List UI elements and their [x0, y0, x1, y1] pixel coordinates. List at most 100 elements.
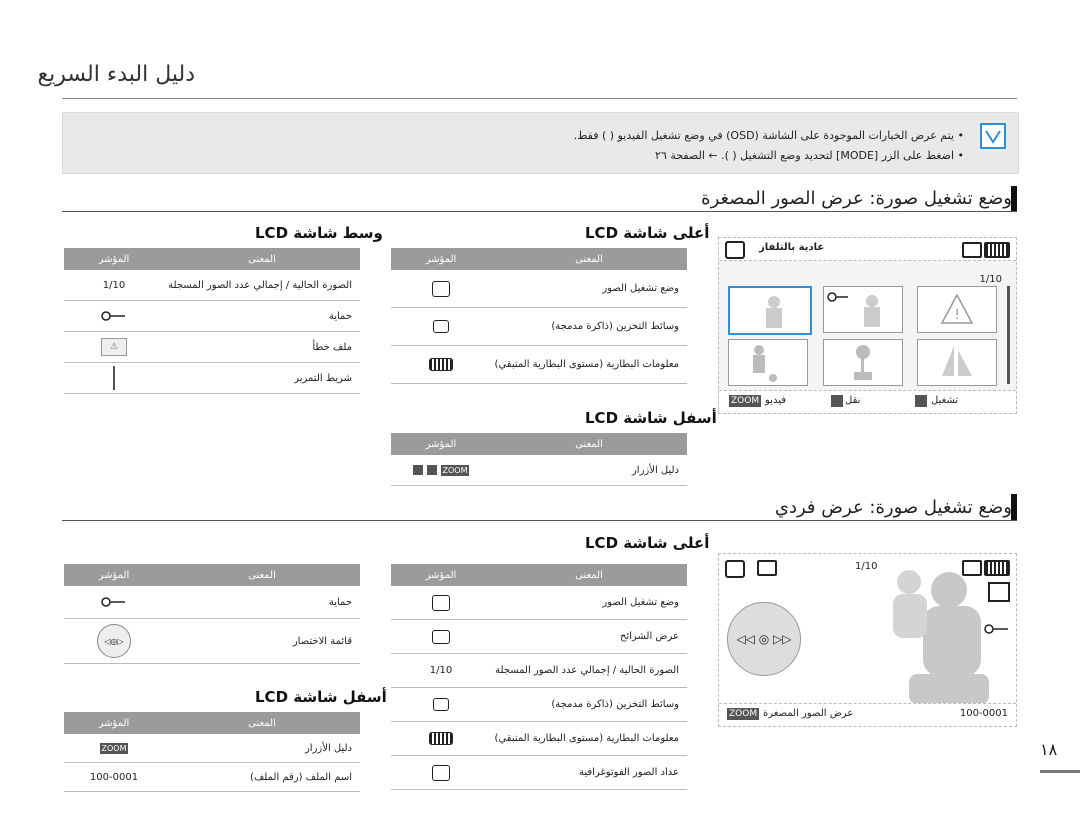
thumbnail-screen: عادية بالتلفاز 1/10 ! ZOOM فيديو نقل تشغ…	[718, 237, 1017, 414]
footer-play-label: تشغيل	[931, 395, 959, 406]
page-title: دليل البدء السريع	[37, 62, 195, 87]
screen-counter: 1/10	[979, 274, 1002, 285]
col-indicator: المؤشر	[425, 438, 457, 450]
thumbnail-selected[interactable]	[728, 286, 812, 335]
thumbnail-4[interactable]	[728, 339, 808, 386]
note-line-2: • اضغط على الزر [MODE] لتحديد وضع التشغي…	[655, 149, 964, 162]
bottom-lcd-table: المؤشر المعنى ZOOM دليل الأزرار	[391, 433, 687, 486]
col-meaning: المعنى	[575, 569, 603, 581]
scroll-bar[interactable]	[1007, 286, 1010, 384]
footer-move-label: نقل	[845, 395, 861, 406]
row-meaning: الصورة الحالية / إجمالي عدد الصور المسجل…	[168, 279, 352, 291]
play-mode-icon	[725, 560, 745, 578]
page-number-bar	[1040, 770, 1080, 773]
table-row: معلومات البطارية (مستوى البطارية المتبقي…	[391, 722, 687, 756]
row-meaning: ملف خطأ	[312, 341, 352, 353]
row-meaning: شريط التمرير	[294, 372, 352, 384]
col-meaning: المعنى	[248, 569, 276, 581]
row-indicator: 1/10	[102, 279, 126, 291]
thumbnail-error[interactable]: !	[917, 286, 997, 333]
row-meaning: اسم الملف (رقم الملف)	[250, 771, 352, 783]
zoom-badge: ZOOM	[727, 708, 760, 720]
top-lcd-title: أعلى شاشة LCD	[585, 224, 710, 242]
table-row: وضع تشغيل الصور	[391, 270, 687, 308]
section1-rule	[62, 211, 1017, 212]
bottom-lcd-table-2: المؤشر المعنى ZOOM دليل الأزرار 100-0001 اس…	[64, 712, 360, 792]
nav-icon	[831, 395, 843, 407]
row-meaning: معلومات البطارية (مستوى البطارية المتبقي…	[494, 359, 679, 370]
slideshow-icon	[432, 629, 450, 644]
control-wheel-icon: ◁◎▷	[97, 624, 131, 658]
table-row: 100-0001 اسم الملف (رقم الملف)	[64, 763, 360, 792]
table-row: وسائط التخزين (ذاكرة مدمجة)	[391, 308, 687, 346]
col-indicator: المؤشر	[98, 253, 130, 265]
table-row: شريط التمرير	[64, 363, 360, 394]
thumbnail-protected[interactable]	[823, 286, 903, 333]
photo-count-icon	[988, 582, 1010, 602]
col-meaning: المعنى	[248, 253, 276, 265]
table-row: عداد الصور الفوتوغرافية	[391, 756, 687, 790]
footer-video-label: فيديو	[765, 395, 786, 406]
control-wheel[interactable]: ◁◁ ◎ ▷▷	[727, 602, 801, 676]
protect-icon	[827, 292, 848, 302]
thumbnail-5[interactable]	[823, 339, 903, 386]
play-mode-icon	[432, 594, 450, 611]
row-meaning: وضع تشغيل الصور	[602, 597, 679, 608]
zoom-badge: ZOOM	[729, 395, 762, 407]
thumbnail-6[interactable]	[917, 339, 997, 386]
battery-icon	[984, 560, 1010, 576]
storage-media-icon	[433, 320, 449, 333]
table-row: وضع تشغيل الصور	[391, 586, 687, 620]
table-row: وسائط التخزين (ذاكرة مدمجة)	[391, 688, 687, 722]
table-header: المؤشر المعنى	[391, 433, 687, 455]
table-header: المؤشر المعنى	[64, 564, 360, 586]
section2-title: وضع تشغيل صورة: عرض فردي	[774, 497, 1012, 518]
bottom-lcd-title: أسفل شاشة LCD	[255, 688, 387, 706]
col-meaning: المعنى	[575, 253, 603, 265]
col-indicator: المؤشر	[98, 569, 130, 581]
table-row: عرض الشرائح	[391, 620, 687, 654]
section2-rule	[62, 520, 1017, 521]
file-number: 100-0001	[959, 708, 1008, 719]
protect-icon	[101, 311, 125, 321]
row-meaning: وسائط التخزين (ذاكرة مدمجة)	[551, 699, 679, 710]
screen-right-table: المؤشر المعنى حماية ◁◎▷ قائمة الاختصار	[64, 564, 360, 664]
row-meaning: معلومات البطارية (مستوى البطارية المتبقي…	[494, 733, 679, 744]
table-row: ZOOM دليل الأزرار	[64, 734, 360, 763]
svg-text:!: !	[955, 308, 960, 323]
row-meaning: دليل الأزرار	[304, 742, 352, 754]
table-row: ⚠ ملف خطأ	[64, 332, 360, 363]
row-meaning: حماية	[328, 310, 352, 322]
error-icon: ⚠	[101, 338, 127, 356]
table-row: حماية	[64, 586, 360, 619]
zoom-badge: ZOOM	[99, 742, 129, 754]
top-lcd-table: المؤشر المعنى وضع تشغيل الصور وسائط التخز…	[391, 248, 687, 384]
battery-icon	[984, 242, 1010, 258]
slideshow-icon	[757, 560, 777, 576]
table-header: المؤشر المعنى	[64, 712, 360, 734]
row-meaning: وسائط التخزين (ذاكرة مدمجة)	[551, 321, 679, 332]
row-meaning: حماية	[328, 596, 352, 608]
table-header: المؤشر المعنى	[391, 564, 687, 586]
storage-media-icon	[962, 242, 982, 258]
photo-preview	[893, 570, 989, 704]
nav-icon	[426, 465, 437, 475]
title-divider	[62, 98, 1017, 99]
scroll-bar-icon	[113, 366, 115, 390]
table-row: ◁◎▷ قائمة الاختصار	[64, 619, 360, 664]
zoom-badge: ZOOM	[440, 464, 470, 476]
table-row: 1/10 الصورة الحالية / إجمالي عدد الصور ال…	[391, 654, 687, 688]
footer-thumbnail-label: عرض الصور المصغرة	[763, 708, 854, 719]
ok-icon	[915, 395, 927, 407]
top-lcd-title: أعلى شاشة LCD	[585, 534, 710, 552]
ok-icon	[412, 465, 423, 475]
row-meaning: قائمة الاختصار	[292, 635, 352, 647]
col-indicator: المؤشر	[98, 717, 130, 729]
col-indicator: المؤشر	[425, 569, 457, 581]
col-indicator: المؤشر	[425, 253, 457, 265]
battery-icon	[429, 732, 453, 745]
row-meaning: دليل الأزرار	[631, 464, 679, 476]
screen-footer: ZOOM عرض الصور المصغرة 100-0001	[719, 703, 1016, 726]
protect-icon	[984, 624, 1008, 634]
play-mode-icon	[725, 241, 745, 259]
